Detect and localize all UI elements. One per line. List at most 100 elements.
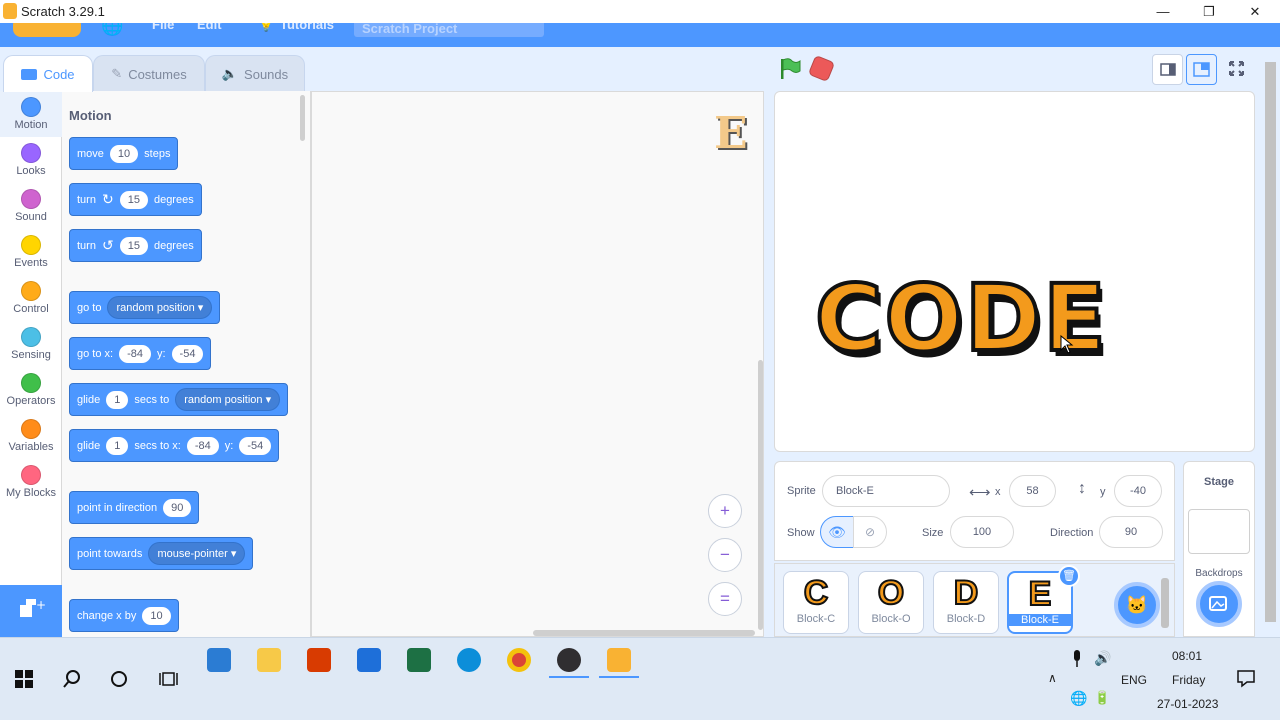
clock-date[interactable]: 27-01-2023: [1157, 697, 1218, 711]
maximize-button[interactable]: ❐: [1186, 0, 1232, 23]
scratch-icon[interactable]: [607, 648, 631, 672]
hide-button[interactable]: ⊘: [853, 516, 887, 548]
block-change-x-by[interactable]: change x by 10: [69, 599, 179, 632]
microphone-icon[interactable]: [1071, 650, 1083, 668]
block-turn-left[interactable]: turn ↺ 15 degrees: [69, 229, 202, 262]
cortana-icon[interactable]: [110, 670, 128, 688]
block-turn-right[interactable]: turn ↻ 15 degrees: [69, 183, 202, 216]
block-go-to-xy[interactable]: go to x: -84 y: -54: [69, 337, 212, 370]
choose-backdrop-button[interactable]: [1196, 581, 1242, 627]
block-glide-to-xy[interactable]: glide 1 secs to x: -84 y: -54: [69, 429, 280, 462]
block-point-in-direction[interactable]: point in direction 90: [69, 491, 200, 524]
globe-icon[interactable]: 🌐: [101, 23, 123, 37]
clock-time[interactable]: 08:01: [1172, 649, 1202, 663]
zoom-in-button[interactable]: +: [708, 494, 742, 528]
block-glide-to[interactable]: glide 1 secs to random position ▾: [69, 383, 289, 416]
zoom-out-button[interactable]: −: [708, 538, 742, 572]
menu-tutorials[interactable]: Tutorials: [280, 23, 334, 32]
sprite-name-input[interactable]: Block-E: [822, 475, 950, 507]
tab-costumes[interactable]: ✎ Costumes: [93, 55, 205, 92]
search-icon[interactable]: [63, 670, 81, 688]
small-stage-button[interactable]: [1152, 54, 1183, 85]
x-position-input[interactable]: 58: [1009, 475, 1056, 507]
clock-day[interactable]: Friday: [1172, 673, 1205, 687]
steps-input[interactable]: 10: [109, 144, 139, 163]
secs-input[interactable]: 1: [106, 436, 129, 455]
category-operators[interactable]: Operators: [0, 367, 62, 413]
category-sensing[interactable]: Sensing: [0, 321, 62, 367]
palette-scrollbar[interactable]: [300, 95, 305, 141]
zoom-reset-button[interactable]: =: [708, 582, 742, 616]
direction-input[interactable]: 90: [1099, 516, 1163, 548]
file-explorer-icon[interactable]: [257, 648, 281, 672]
script-area-horizontal-scrollbar[interactable]: [533, 630, 755, 636]
sprite-tile[interactable]: D Block-D: [933, 571, 999, 634]
mail-icon[interactable]: [207, 648, 231, 672]
show-visible-button[interactable]: 👁: [820, 516, 854, 548]
battery-icon[interactable]: 🔋: [1094, 690, 1110, 706]
window-scrollbar[interactable]: [1265, 62, 1276, 622]
add-extension-button[interactable]: +: [0, 585, 62, 637]
towards-target-dropdown[interactable]: mouse-pointer ▾: [148, 542, 246, 565]
goto-target-dropdown[interactable]: random position ▾: [107, 296, 213, 319]
edge-icon[interactable]: [457, 648, 481, 672]
sprite-list-scrollbar[interactable]: [1161, 578, 1169, 628]
block-go-to[interactable]: go to random position ▾: [69, 291, 221, 324]
menu-file[interactable]: File: [152, 23, 174, 32]
network-globe-icon[interactable]: 🌐: [1070, 690, 1087, 707]
tab-sounds[interactable]: 🔈 Sounds: [205, 55, 305, 92]
block-text: degrees: [153, 239, 194, 252]
windows-start-icon[interactable]: [15, 670, 33, 688]
stage-thumbnail[interactable]: [1188, 509, 1250, 554]
project-title-input[interactable]: Scratch Project: [354, 23, 544, 37]
category-my-blocks[interactable]: My Blocks: [0, 459, 62, 505]
degrees-input[interactable]: 15: [119, 190, 148, 209]
task-view-icon[interactable]: [159, 670, 179, 688]
y-input[interactable]: -54: [171, 344, 204, 363]
secs-input[interactable]: 1: [106, 390, 129, 409]
green-flag-icon[interactable]: [778, 57, 802, 81]
script-area-vertical-scrollbar[interactable]: [758, 360, 763, 630]
category-looks[interactable]: Looks: [0, 137, 62, 183]
delete-sprite-button[interactable]: 🗑: [1058, 565, 1080, 587]
change-x-input[interactable]: 10: [142, 606, 171, 625]
glide-target-dropdown[interactable]: random position ▾: [175, 388, 281, 411]
category-variables[interactable]: Variables: [0, 413, 62, 459]
tab-code[interactable]: Code: [3, 55, 93, 92]
sprite-tile[interactable]: C Block-C: [783, 571, 849, 634]
normal-stage-button[interactable]: [1186, 54, 1217, 85]
block-move-steps[interactable]: move 10 steps: [69, 137, 179, 170]
language-indicator[interactable]: ENG: [1121, 673, 1147, 687]
obs-icon[interactable]: [557, 648, 581, 672]
category-sound[interactable]: Sound: [0, 183, 62, 229]
window-titlebar: Scratch 3.29.1 — ❐ ✕: [0, 0, 1280, 23]
degrees-input[interactable]: 15: [119, 236, 148, 255]
block-point-towards[interactable]: point towards mouse-pointer ▾: [69, 537, 254, 570]
menu-edit[interactable]: Edit: [197, 23, 222, 32]
office-icon[interactable]: [307, 648, 331, 672]
x-input[interactable]: -84: [119, 344, 151, 363]
scratch-logo[interactable]: [13, 23, 81, 37]
size-input[interactable]: 100: [950, 516, 1014, 548]
sprite-tile[interactable]: O Block-O: [858, 571, 924, 634]
direction-input[interactable]: 90: [163, 498, 192, 517]
excel-icon[interactable]: [407, 648, 431, 672]
volume-icon[interactable]: 🔊: [1094, 650, 1111, 667]
stop-button[interactable]: [807, 54, 836, 83]
chevron-up-icon[interactable]: ∧: [1048, 671, 1057, 685]
minimize-button[interactable]: —: [1140, 0, 1186, 23]
script-area[interactable]: [311, 91, 764, 637]
y-input[interactable]: -54: [239, 436, 272, 455]
notifications-icon[interactable]: [1237, 670, 1255, 688]
chrome-icon[interactable]: [507, 648, 531, 672]
store-icon[interactable]: [357, 648, 381, 672]
close-button[interactable]: ✕: [1232, 0, 1278, 23]
choose-sprite-button[interactable]: 🐱: [1114, 582, 1160, 628]
category-control[interactable]: Control: [0, 275, 62, 321]
x-input[interactable]: -84: [186, 436, 219, 455]
stage-sprites-code[interactable]: CODE: [813, 263, 1108, 374]
fullscreen-button[interactable]: [1222, 54, 1253, 85]
category-motion[interactable]: Motion: [0, 91, 62, 137]
y-position-input[interactable]: -40: [1114, 475, 1162, 507]
category-events[interactable]: Events: [0, 229, 62, 275]
